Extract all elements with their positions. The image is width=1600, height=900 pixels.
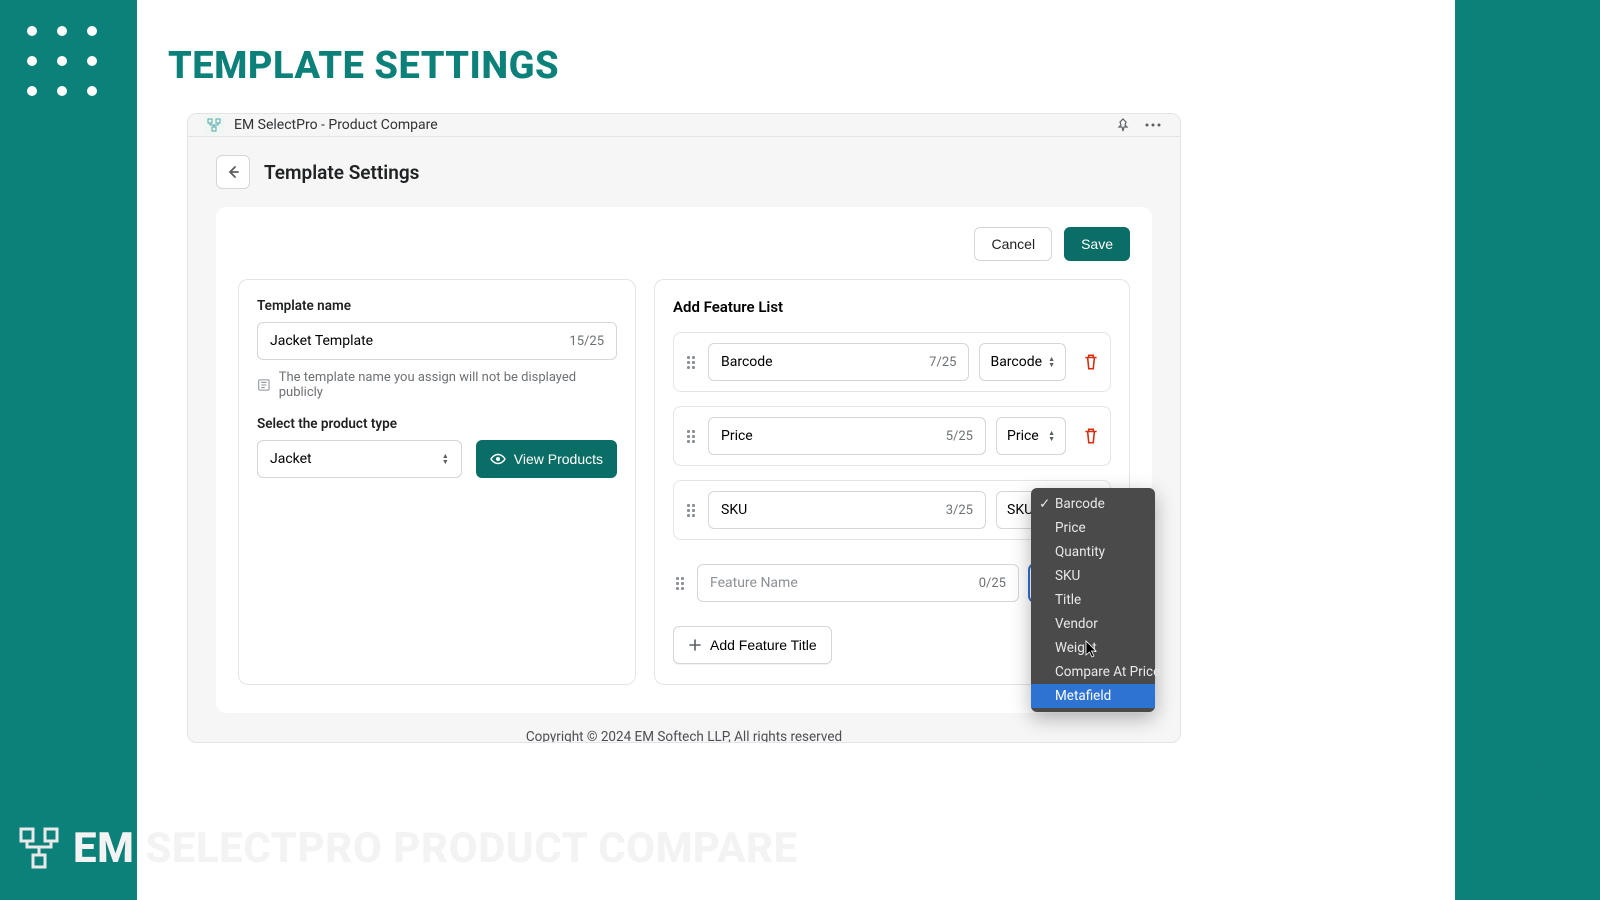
template-name-input[interactable]: Jacket Template 15/25 <box>257 322 617 360</box>
feature-name-count: 3/25 <box>946 503 973 518</box>
dropdown-item[interactable]: Quantity <box>1031 540 1155 564</box>
template-name-hint: The template name you assign will not be… <box>257 370 617 400</box>
more-icon[interactable] <box>1142 114 1164 136</box>
footer-brand-text: EM SELECTPRO PRODUCT COMPARE <box>73 824 798 873</box>
view-products-label: View Products <box>514 451 603 467</box>
drag-handle-icon[interactable] <box>684 504 698 517</box>
feature-name-input[interactable]: Feature Name 0/25 <box>697 564 1019 602</box>
view-products-button[interactable]: View Products <box>476 440 617 478</box>
feature-name-count: 0/25 <box>979 576 1006 591</box>
copyright: Copyright © 2024 EM Softech LLP, All rig… <box>188 713 1180 743</box>
template-name-value: Jacket Template <box>270 333 373 349</box>
drag-handle-icon[interactable] <box>684 356 698 369</box>
feature-name-count: 7/25 <box>929 355 956 370</box>
dropdown-item[interactable]: Price <box>1031 516 1155 540</box>
note-icon <box>257 378 271 392</box>
dropdown-item[interactable]: SKU <box>1031 564 1155 588</box>
dropdown-item[interactable]: Barcode <box>1031 492 1155 516</box>
footer-brand: EM SELECTPRO PRODUCT COMPARE <box>17 824 798 873</box>
hint-text: The template name you assign will not be… <box>279 370 617 400</box>
feature-list-title: Add Feature List <box>673 298 1111 316</box>
feature-name-value: SKU <box>721 502 747 518</box>
actions: Cancel Save <box>238 227 1130 261</box>
bg-left <box>0 0 137 900</box>
feature-name-count: 5/25 <box>946 429 973 444</box>
cancel-button[interactable]: Cancel <box>974 227 1052 261</box>
pin-icon[interactable] <box>1112 114 1134 136</box>
feature-name-placeholder: Feature Name <box>710 575 798 591</box>
trash-icon[interactable] <box>1082 353 1100 371</box>
feature-name-input[interactable]: Price 5/25 <box>708 417 986 455</box>
titlebar: EM SelectPro - Product Compare <box>188 114 1180 137</box>
dropdown-item[interactable]: Compare At Price <box>1031 660 1155 684</box>
template-name-count: 15/25 <box>569 334 604 349</box>
feature-type-value: SKU <box>1007 502 1033 518</box>
feature-type-select[interactable]: Price ▲▼ <box>996 417 1066 455</box>
decor-dots-br <box>1505 755 1575 825</box>
decor-dots-tl <box>27 26 97 96</box>
feature-type-dropdown: Barcode Price Quantity SKU Title Vendor … <box>1031 488 1155 712</box>
page-title: Template Settings <box>264 161 419 184</box>
feature-type-value: Price <box>1007 428 1039 444</box>
product-type-label: Select the product type <box>257 416 617 432</box>
dropdown-item[interactable]: Title <box>1031 588 1155 612</box>
feature-name-input[interactable]: Barcode 7/25 <box>708 343 969 381</box>
feature-row: Price 5/25 Price ▲▼ <box>673 406 1111 466</box>
footer-brand-icon <box>17 827 61 871</box>
feature-row: Barcode 7/25 Barcode ▲▼ <box>673 332 1111 392</box>
drag-handle-icon[interactable] <box>684 430 698 443</box>
feature-type-value: Barcode <box>990 354 1042 370</box>
feature-type-select[interactable]: Barcode ▲▼ <box>979 343 1066 381</box>
trash-icon[interactable] <box>1082 427 1100 445</box>
dropdown-item[interactable]: Vendor <box>1031 612 1155 636</box>
arrow-left-icon <box>225 164 241 180</box>
panel-features: Add Feature List Barcode 7/25 Barcode ▲▼ <box>654 279 1130 685</box>
product-type-select[interactable]: Jacket ▲▼ <box>257 440 462 478</box>
app-icon <box>204 115 224 135</box>
caret-icon: ▲▼ <box>1048 356 1055 368</box>
add-feature-label: Add Feature Title <box>710 637 817 653</box>
cursor-icon <box>1085 640 1099 658</box>
dropdown-item[interactable]: Metafield <box>1031 684 1155 708</box>
page-header: Template Settings <box>188 137 1180 189</box>
save-button[interactable]: Save <box>1064 227 1130 261</box>
product-type-value: Jacket <box>270 451 312 467</box>
panel-template: Template name Jacket Template 15/25 The … <box>238 279 636 685</box>
content: Cancel Save Template name Jacket Templat… <box>188 189 1180 713</box>
add-feature-button[interactable]: Add Feature Title <box>673 626 832 664</box>
settings-card: Cancel Save Template name Jacket Templat… <box>216 207 1152 713</box>
feature-name-value: Barcode <box>721 354 773 370</box>
feature-name-input[interactable]: SKU 3/25 <box>708 491 986 529</box>
slide-heading: TEMPLATE SETTINGS <box>168 44 559 88</box>
back-button[interactable] <box>216 155 250 189</box>
plus-icon <box>688 638 702 652</box>
eye-icon <box>490 451 506 467</box>
caret-icon: ▲▼ <box>442 453 449 465</box>
caret-icon: ▲▼ <box>1048 430 1055 442</box>
template-name-label: Template name <box>257 298 617 314</box>
app-name: EM SelectPro - Product Compare <box>234 117 438 133</box>
app-window: EM SelectPro - Product Compare Template … <box>187 113 1181 743</box>
drag-handle-icon[interactable] <box>673 577 687 590</box>
feature-name-value: Price <box>721 428 753 444</box>
